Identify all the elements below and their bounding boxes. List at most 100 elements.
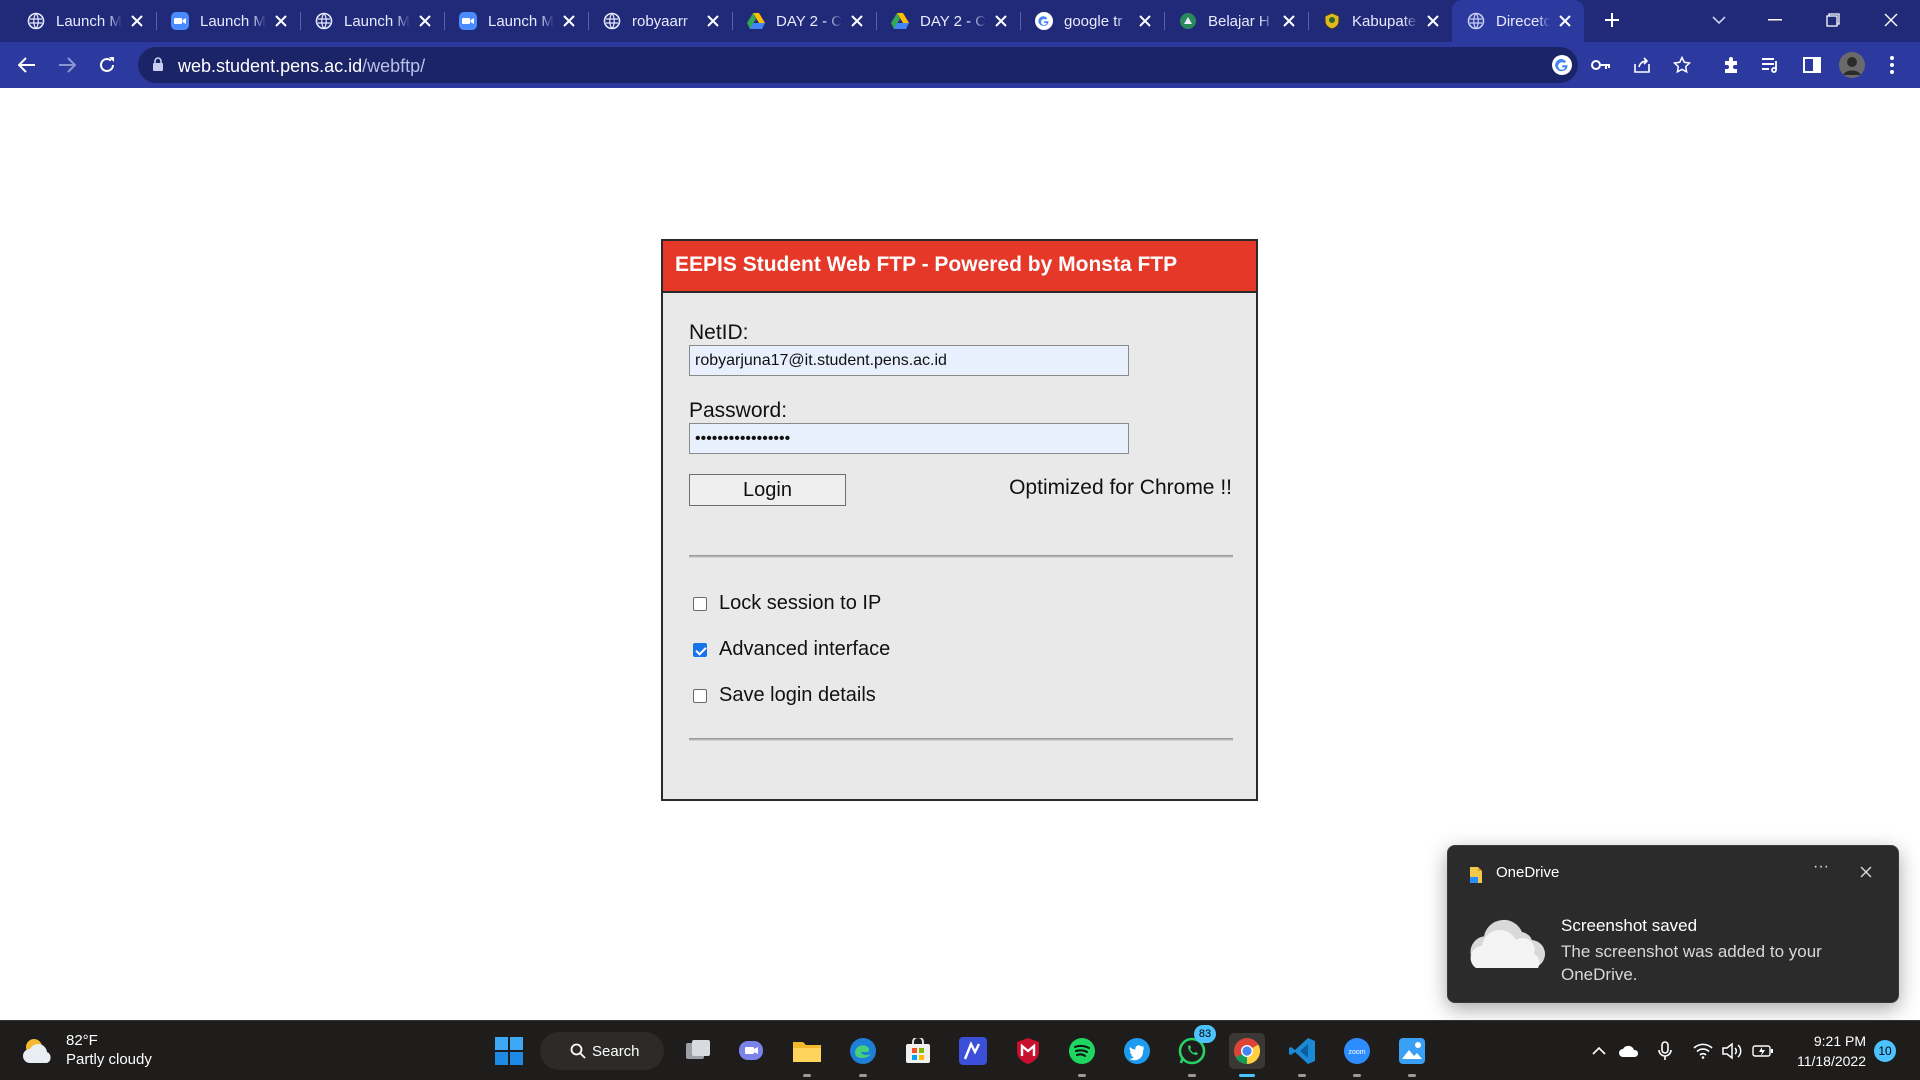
browser-tab[interactable]: DAY 2 - C	[876, 0, 1020, 42]
chrome-button[interactable]	[1229, 1033, 1265, 1077]
snip-tool-button[interactable]	[1394, 1033, 1430, 1077]
close-icon[interactable]	[992, 12, 1010, 30]
edge-button[interactable]	[845, 1033, 881, 1077]
extensions-button[interactable]	[1715, 49, 1747, 81]
new-tab-button[interactable]	[1589, 0, 1635, 40]
tab-title: DAY 2 - C	[776, 12, 842, 30]
wifi-button[interactable]	[1692, 1040, 1714, 1062]
spotify-button[interactable]	[1064, 1033, 1100, 1077]
mcafee-shield-icon	[1017, 1038, 1039, 1064]
taskbar-search[interactable]: Search	[540, 1032, 664, 1070]
login-button[interactable]: Login	[689, 474, 846, 506]
globe-icon	[1466, 11, 1486, 31]
teams-chat-button[interactable]	[734, 1033, 770, 1069]
minimize-button[interactable]	[1752, 0, 1798, 40]
notification-close-button[interactable]	[1854, 860, 1878, 884]
close-window-button[interactable]	[1868, 0, 1914, 40]
tab-title: DAY 2 - C	[920, 12, 986, 30]
reload-icon	[100, 57, 114, 72]
onedrive-notification[interactable]: OneDrive ··· Screenshot saved The screen…	[1447, 845, 1899, 1003]
kebab-menu-icon	[1890, 56, 1894, 74]
save-login-option[interactable]: Save login details	[693, 684, 876, 707]
browser-tab[interactable]: Launch M	[156, 0, 300, 42]
browser-tab[interactable]: robyaarr	[588, 0, 732, 42]
close-icon[interactable]	[560, 12, 578, 30]
browser-tab[interactable]: Belajar H	[1164, 0, 1308, 42]
back-button[interactable]	[11, 49, 43, 81]
close-icon[interactable]	[416, 12, 434, 30]
advanced-interface-option[interactable]: Advanced interface	[693, 638, 890, 661]
close-icon[interactable]	[1280, 12, 1298, 30]
netid-field[interactable]	[689, 345, 1129, 376]
password-key-button[interactable]	[1585, 49, 1617, 81]
chrome-menu-button[interactable]	[1876, 49, 1908, 81]
minimize-icon	[1768, 19, 1782, 21]
close-icon[interactable]	[1424, 12, 1442, 30]
whatsapp-button[interactable]: 83	[1174, 1025, 1216, 1077]
browser-tab[interactable]: Kabupate	[1308, 0, 1452, 42]
share-button[interactable]	[1626, 49, 1658, 81]
close-icon[interactable]	[1136, 12, 1154, 30]
notification-count-badge[interactable]: 10	[1874, 1040, 1896, 1062]
chat-icon	[739, 1041, 763, 1060]
browser-tab[interactable]: Launch M	[444, 0, 588, 42]
browser-tab[interactable]: google tr	[1020, 0, 1164, 42]
spotify-icon	[1069, 1038, 1095, 1064]
chevron-up-icon	[1592, 1046, 1606, 1055]
tab-title: Direcetor	[1496, 12, 1550, 30]
restore-button[interactable]	[1810, 0, 1856, 40]
close-icon	[1884, 13, 1898, 27]
advanced-interface-checkbox[interactable]	[693, 642, 707, 657]
close-icon[interactable]	[272, 12, 290, 30]
battery-charging-icon	[1752, 1045, 1773, 1057]
address-bar[interactable]: web.student.pens.ac.id/webftp/	[138, 47, 1578, 83]
close-icon[interactable]	[128, 12, 146, 30]
vscode-button[interactable]	[1284, 1033, 1320, 1077]
onedrive-tray-button[interactable]	[1618, 1040, 1640, 1062]
tab-search-button[interactable]	[1696, 0, 1742, 40]
clock-date: 11/18/2022	[1796, 1053, 1866, 1069]
battery-button[interactable]	[1752, 1040, 1774, 1062]
mcafee-button[interactable]	[1010, 1033, 1046, 1069]
task-view-button[interactable]	[680, 1033, 716, 1069]
arrow-left-icon	[18, 57, 35, 73]
ms-store-button[interactable]	[900, 1033, 936, 1069]
bookmark-button[interactable]	[1666, 49, 1698, 81]
file-explorer-button[interactable]	[789, 1033, 825, 1077]
tray-overflow-button[interactable]	[1588, 1040, 1610, 1062]
close-icon[interactable]	[848, 12, 866, 30]
close-icon[interactable]	[704, 12, 722, 30]
zoom-app-button[interactable]: zoom	[1339, 1033, 1375, 1077]
search-icon	[570, 1043, 586, 1059]
taskbar-clock[interactable]: 9:21 PM 11/18/2022	[1790, 1031, 1866, 1071]
netid-label: NetID:	[689, 321, 749, 344]
save-login-label: Save login details	[719, 684, 876, 706]
twitter-button[interactable]	[1119, 1033, 1155, 1069]
lock-session-checkbox[interactable]	[693, 596, 707, 611]
microphone-button[interactable]	[1654, 1040, 1676, 1062]
side-panel-button[interactable]	[1796, 49, 1828, 81]
forward-button[interactable]	[51, 49, 83, 81]
reading-list-button[interactable]	[1755, 49, 1787, 81]
mathpix-button[interactable]	[955, 1033, 991, 1069]
browser-tab[interactable]: Launch M	[300, 0, 444, 42]
lock-icon[interactable]	[152, 57, 164, 77]
password-field[interactable]	[689, 423, 1129, 454]
browser-tab-active[interactable]: Direcetor	[1452, 0, 1584, 42]
cloud-icon	[1468, 918, 1546, 970]
share-icon	[1634, 57, 1650, 73]
save-login-checkbox[interactable]	[693, 688, 707, 703]
notification-more-button[interactable]: ···	[1806, 858, 1836, 884]
browser-tab[interactable]: DAY 2 - C	[732, 0, 876, 42]
weather-widget[interactable]: 82°F Partly cloudy	[20, 1031, 152, 1069]
google-lens-icon[interactable]	[1551, 54, 1573, 81]
puzzle-icon	[1725, 57, 1737, 73]
close-icon[interactable]	[1556, 12, 1574, 30]
start-button[interactable]	[491, 1033, 527, 1069]
windows-start-icon	[495, 1037, 523, 1065]
reload-button[interactable]	[91, 49, 123, 81]
volume-button[interactable]	[1722, 1040, 1744, 1062]
profile-avatar[interactable]	[1836, 49, 1868, 81]
browser-tab[interactable]: Launch M	[12, 0, 156, 42]
lock-session-option[interactable]: Lock session to IP	[693, 592, 881, 615]
